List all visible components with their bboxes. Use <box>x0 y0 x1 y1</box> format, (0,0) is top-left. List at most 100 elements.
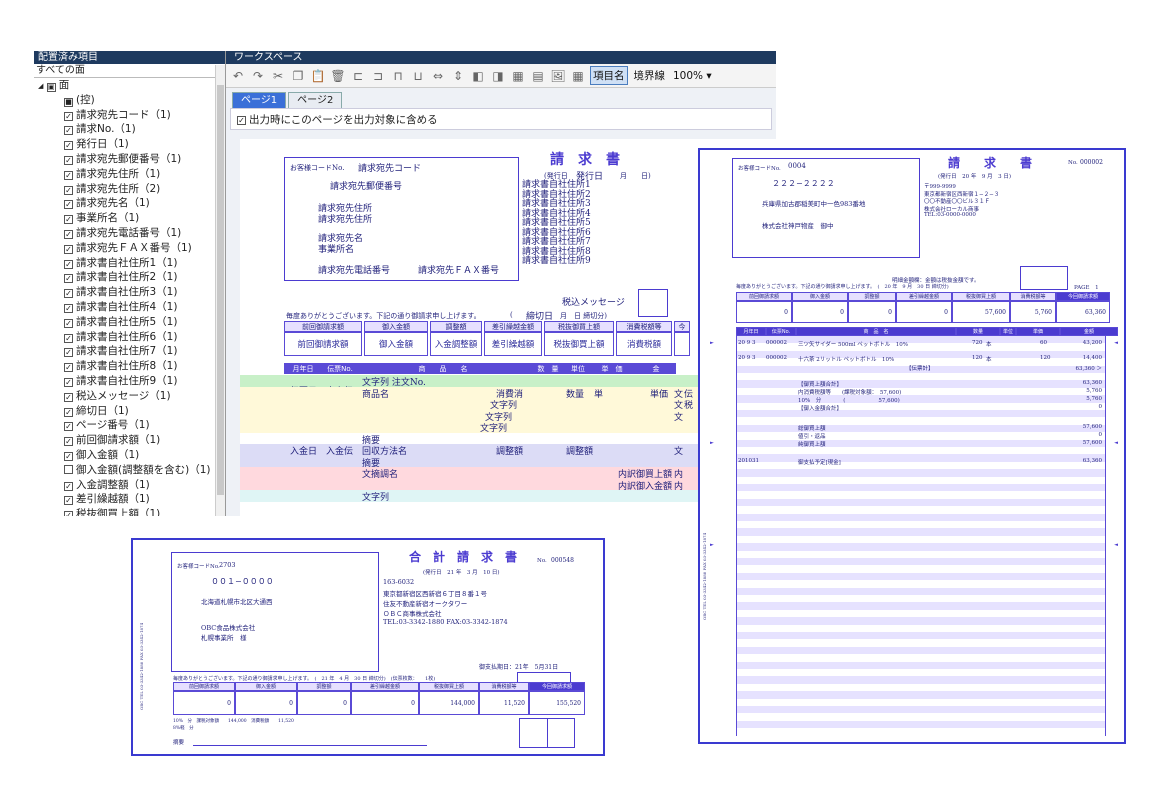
tree-item[interactable]: ✓ 請求宛先住所（1) <box>34 167 225 182</box>
collapse-icon[interactable]: ◢ <box>38 82 43 90</box>
customer-code-field[interactable]: 請求宛先コード <box>358 161 421 174</box>
checkbox-checked[interactable]: ✓ <box>64 437 73 447</box>
align-left-icon[interactable]: ⊏ <box>350 68 366 84</box>
tree-item[interactable]: ✓ 請求書自社住所5（1) <box>34 315 225 330</box>
checkbox-checked[interactable]: ✓ <box>64 244 73 254</box>
checkbox-checked[interactable]: ✓ <box>64 333 73 343</box>
addr2-field[interactable]: 請求宛先住所 <box>318 212 372 225</box>
text-field[interactable]: 文字列 <box>362 490 389 503</box>
checkbox-checked[interactable]: ✓ <box>64 185 73 195</box>
image-icon[interactable]: 🖼 <box>550 68 566 84</box>
tree-item[interactable]: ✓ 請求書自社住所9（1) <box>34 374 225 389</box>
same-width-icon[interactable]: ⇔ <box>430 68 446 84</box>
tree-item[interactable]: ✓ 請求書自社住所4（1) <box>34 300 225 315</box>
checkbox-checked[interactable]: ✓ <box>64 363 73 373</box>
bring-front-icon[interactable]: ◧ <box>470 68 486 84</box>
group-icon[interactable]: ▦ <box>510 68 526 84</box>
amount-field[interactable]: 税 <box>684 398 693 411</box>
tree-item[interactable]: ✓ 税込メッセージ（1) <box>34 389 225 404</box>
checkbox-checked[interactable]: ✓ <box>64 141 73 151</box>
checkbox-checked[interactable]: ✓ <box>64 111 73 121</box>
ungroup-icon[interactable]: ▤ <box>530 68 546 84</box>
tree-item[interactable]: ✓ 税抜御買上額（1) <box>34 507 225 516</box>
checkbox-checked[interactable]: ✓ <box>64 155 73 165</box>
summary-value-field[interactable]: 前回御請求額 <box>284 332 362 356</box>
checkbox-checked[interactable]: ✓ <box>64 377 73 387</box>
tree-item[interactable]: 御入金額(調整額を含む)（1) <box>34 463 225 478</box>
checkbox-checked[interactable]: ✓ <box>64 392 73 402</box>
tree-item[interactable]: ■ (控) <box>34 93 225 108</box>
checkbox-checked[interactable]: ✓ <box>64 170 73 180</box>
align-top-icon[interactable]: ⊓ <box>390 68 406 84</box>
summary-value-field[interactable]: 差引繰越額 <box>484 332 542 356</box>
tree-root[interactable]: ◢ ▣ 面 <box>34 78 225 93</box>
delete-icon[interactable]: 🗑 <box>330 68 346 84</box>
amount-field[interactable]: 文 <box>674 410 683 423</box>
border-toggle[interactable]: 境界線 <box>632 67 668 84</box>
tree-item[interactable]: ✓ 請求書自社住所1（1) <box>34 256 225 271</box>
checkbox-checked[interactable]: ✓ <box>64 200 73 210</box>
tree-item[interactable]: ✓ 締切日（1) <box>34 404 225 419</box>
include-option-row[interactable]: ✓ 出力時にこのページを出力対象に含める <box>230 108 772 130</box>
redo-icon[interactable]: ↷ <box>250 68 266 84</box>
tab-page1[interactable]: ページ1 <box>232 92 287 108</box>
tree-item[interactable]: ✓ 入金調整額（1) <box>34 478 225 493</box>
tree-item[interactable]: ✓ 請求書自社住所6（1) <box>34 330 225 345</box>
item-name-toggle[interactable]: 項目名 <box>590 66 628 85</box>
include-checkbox[interactable]: ✓ <box>237 116 246 125</box>
tree-item[interactable]: ✓ 請求宛先電話番号（1) <box>34 226 225 241</box>
summary-value-field[interactable]: 御入金額 <box>364 332 428 356</box>
checkbox-checked[interactable]: ✓ <box>64 422 73 432</box>
tree-item[interactable]: ✓ 請求No.（1) <box>34 122 225 137</box>
grid-icon[interactable]: ▦ <box>570 68 586 84</box>
tree-item[interactable]: ✓ 請求宛先名（1) <box>34 196 225 211</box>
checkbox-checked[interactable]: ✓ <box>64 496 73 506</box>
tree-item[interactable]: ✓ 発行日（1) <box>34 137 225 152</box>
paste-icon[interactable]: 📋 <box>310 68 326 84</box>
checkbox-checked[interactable]: ✓ <box>64 318 73 328</box>
checkbox-checked[interactable]: ✓ <box>64 126 73 136</box>
tree-item[interactable]: ✓ 請求書自社住所8（1) <box>34 359 225 374</box>
checkbox-checked[interactable]: ✓ <box>64 303 73 313</box>
checkbox-checked[interactable]: ✓ <box>64 229 73 239</box>
tree-item[interactable]: ✓ 請求宛先コード（1) <box>34 108 225 123</box>
tree-item[interactable]: ✓ 請求書自社住所3（1) <box>34 285 225 300</box>
tree-item[interactable]: ✓ 請求書自社住所2（1) <box>34 270 225 285</box>
send-back-icon[interactable]: ◨ <box>490 68 506 84</box>
tree-item[interactable]: ✓ 差引繰越額（1) <box>34 492 225 507</box>
tree-item[interactable]: ✓ 請求書自社住所7（1) <box>34 344 225 359</box>
tel-field[interactable]: 請求宛先電話番号 <box>318 263 390 276</box>
summary-value-field[interactable] <box>674 332 690 356</box>
tab-page2[interactable]: ページ2 <box>288 92 343 108</box>
checkbox-checked[interactable]: ✓ <box>64 481 73 491</box>
square-icon[interactable]: ■ <box>64 97 73 107</box>
checkbox-checked[interactable]: ✓ <box>64 289 73 299</box>
copy-icon[interactable]: ❐ <box>290 68 306 84</box>
scrollbar[interactable] <box>215 65 225 516</box>
postal-field[interactable]: 請求宛先郵便番号 <box>330 179 402 192</box>
cut-icon[interactable]: ✂ <box>270 68 286 84</box>
checkbox-checked[interactable]: ✓ <box>64 348 73 358</box>
tree-item[interactable]: ✓ 前回御請求額（1) <box>34 433 225 448</box>
same-height-icon[interactable]: ⇕ <box>450 68 466 84</box>
summary-value-field[interactable]: 消費税額 <box>616 332 672 356</box>
undo-icon[interactable]: ↶ <box>230 68 246 84</box>
align-right-icon[interactable]: ⊐ <box>370 68 386 84</box>
office-field[interactable]: 事業所名 <box>318 242 354 255</box>
checkbox-checked[interactable]: ✓ <box>64 215 73 225</box>
checkbox-checked[interactable]: ✓ <box>64 274 73 284</box>
checkbox-checked[interactable]: ✓ <box>64 407 73 417</box>
fax-field[interactable]: 請求宛先ＦＡＸ番号 <box>418 263 499 276</box>
tree-item[interactable]: ✓ 請求宛先住所（2) <box>34 182 225 197</box>
tree-item[interactable]: ✓ 請求宛先郵便番号（1) <box>34 152 225 167</box>
tree-item[interactable]: ✓ 御入金額（1) <box>34 448 225 463</box>
tree-item[interactable]: ✓ 事業所名（1) <box>34 211 225 226</box>
checkbox-checked[interactable]: ✓ <box>64 259 73 269</box>
own-address-field[interactable]: 請求書自社住所9 <box>522 253 591 266</box>
tax-message-field[interactable]: 税込メッセージ <box>562 295 625 308</box>
summary-value-field[interactable]: 入金調整額 <box>430 332 482 356</box>
checkbox-checked[interactable]: ✓ <box>64 511 73 516</box>
tree-item[interactable]: ✓ 請求宛先ＦＡＸ番号（1) <box>34 241 225 256</box>
amount-field[interactable]: 文 <box>674 444 683 457</box>
summary-value-field[interactable]: 税抜御買上額 <box>544 332 614 356</box>
